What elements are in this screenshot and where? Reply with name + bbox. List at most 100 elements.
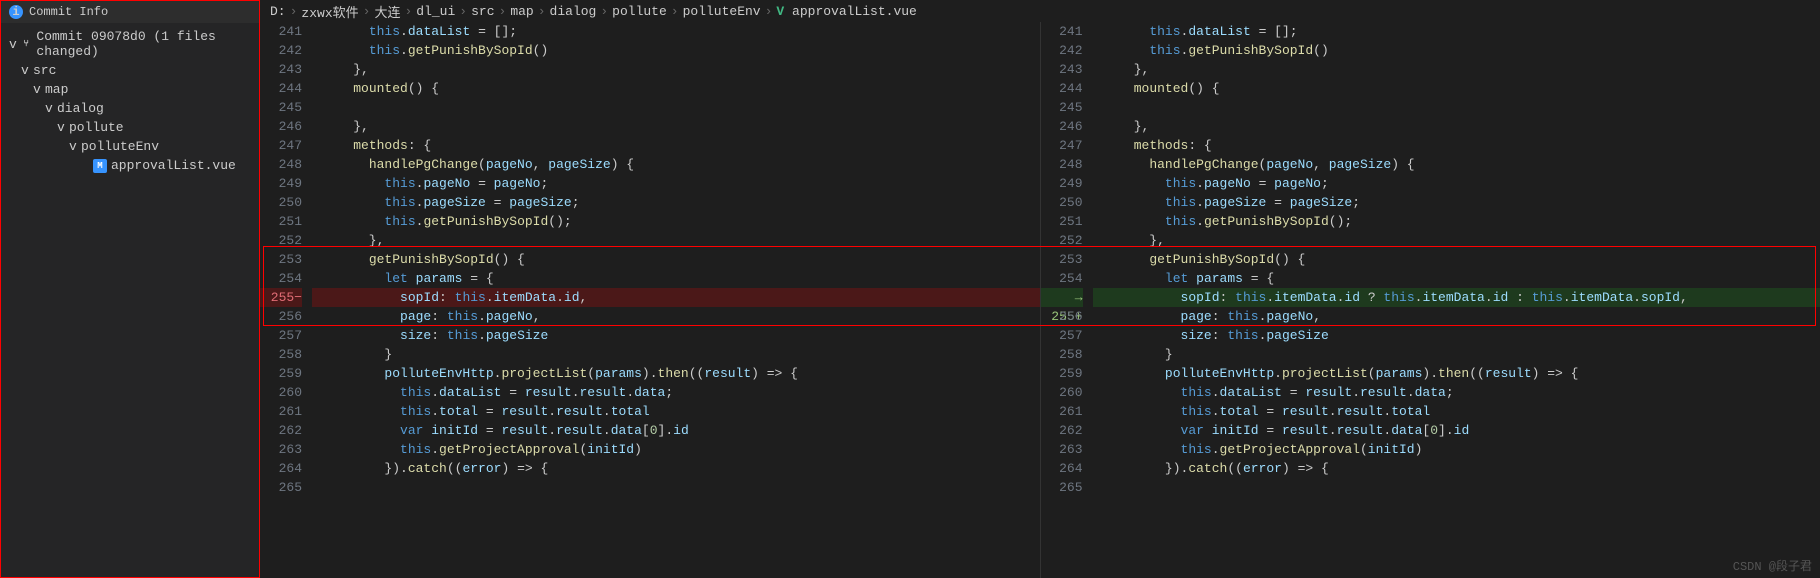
- breadcrumb-item[interactable]: zxwx软件: [301, 2, 358, 21]
- code-line[interactable]: methods: {: [312, 136, 1040, 155]
- line-number: 260: [260, 383, 302, 402]
- code-line[interactable]: mounted() {: [1093, 79, 1820, 98]
- line-number: 244: [1041, 79, 1083, 98]
- breadcrumb-item[interactable]: polluteEnv: [683, 4, 761, 19]
- breadcrumb-separator-icon: ›: [671, 4, 679, 19]
- line-number: 263: [260, 440, 302, 459]
- line-number: 253: [1041, 250, 1083, 269]
- line-number: 251: [260, 212, 302, 231]
- line-number: 261: [260, 402, 302, 421]
- code-line[interactable]: page: this.pageNo,: [1093, 307, 1820, 326]
- code-line[interactable]: [312, 98, 1040, 117]
- code-line[interactable]: this.getPunishBySopId(): [1093, 41, 1820, 60]
- code-line[interactable]: this.getProjectApproval(initId): [312, 440, 1040, 459]
- code-line[interactable]: var initId = result.result.data[0].id: [312, 421, 1040, 440]
- line-number: 255−: [260, 288, 302, 307]
- breadcrumb-item[interactable]: dl_ui: [416, 4, 455, 19]
- line-number: 244: [260, 79, 302, 98]
- code-line[interactable]: },: [312, 60, 1040, 79]
- chevron-down-icon: v: [69, 139, 79, 154]
- sidebar-title: Commit Info: [29, 5, 108, 19]
- breadcrumb-item[interactable]: map: [510, 4, 533, 19]
- line-number: 249: [1041, 174, 1083, 193]
- file-approvallist[interactable]: MapprovalList.vue: [1, 156, 259, 175]
- code-line[interactable]: this.dataList = [];: [1093, 22, 1820, 41]
- editor-main: D:›zxwx软件›大连›dl_ui›src›map›dialog›pollut…: [260, 0, 1820, 578]
- diff-pane-left[interactable]: 2412422432442452462472482492502512522532…: [260, 22, 1041, 578]
- tree-label: approvalList.vue: [111, 158, 236, 173]
- code-line[interactable]: }).catch((error) => {: [1093, 459, 1820, 478]
- code-line[interactable]: size: this.pageSize: [1093, 326, 1820, 345]
- code-line[interactable]: this.pageSize = pageSize;: [312, 193, 1040, 212]
- code-line[interactable]: this.dataList = result.result.data;: [1093, 383, 1820, 402]
- folder-dialog[interactable]: vdialog: [1, 99, 259, 118]
- breadcrumb-item[interactable]: src: [471, 4, 494, 19]
- diff-view: 2412422432442452462472482492502512522532…: [260, 22, 1820, 578]
- folder-map[interactable]: vmap: [1, 80, 259, 99]
- code-line[interactable]: let params = {: [1093, 269, 1820, 288]
- folder-src[interactable]: vsrc: [1, 61, 259, 80]
- line-number: 249: [260, 174, 302, 193]
- code-line[interactable]: [312, 478, 1040, 497]
- code-line[interactable]: }: [1093, 345, 1820, 364]
- breadcrumb[interactable]: D:›zxwx软件›大连›dl_ui›src›map›dialog›pollut…: [260, 0, 1820, 22]
- breadcrumb-separator-icon: ›: [404, 4, 412, 19]
- folder-polluteenv[interactable]: vpolluteEnv: [1, 137, 259, 156]
- line-number: 248: [1041, 155, 1083, 174]
- code-line[interactable]: [1093, 98, 1820, 117]
- code-line[interactable]: mounted() {: [312, 79, 1040, 98]
- file-tree: v⑂Commit 09078d0 (1 files changed)vsrcvm…: [1, 23, 259, 577]
- code-line[interactable]: sopId: this.itemData.id ? this.itemData.…: [1093, 288, 1820, 307]
- code-line[interactable]: [1093, 478, 1820, 497]
- code-line[interactable]: polluteEnvHttp.projectList(params).then(…: [1093, 364, 1820, 383]
- code-line[interactable]: methods: {: [1093, 136, 1820, 155]
- code-line[interactable]: this.getPunishBySopId();: [1093, 212, 1820, 231]
- code-line[interactable]: getPunishBySopId() {: [1093, 250, 1820, 269]
- line-number: 250: [1041, 193, 1083, 212]
- code-line[interactable]: this.pageNo = pageNo;: [312, 174, 1040, 193]
- breadcrumb-item[interactable]: V approvalList.vue: [776, 4, 916, 19]
- folder-pollute[interactable]: vpollute: [1, 118, 259, 137]
- code-line[interactable]: size: this.pageSize: [312, 326, 1040, 345]
- code-line[interactable]: polluteEnvHttp.projectList(params).then(…: [312, 364, 1040, 383]
- code-line[interactable]: handlePgChange(pageNo, pageSize) {: [1093, 155, 1820, 174]
- code-line[interactable]: getPunishBySopId() {: [312, 250, 1040, 269]
- commit-node[interactable]: v⑂Commit 09078d0 (1 files changed): [1, 27, 259, 61]
- line-number: 252: [1041, 231, 1083, 250]
- breadcrumb-item[interactable]: 大连: [374, 2, 400, 21]
- code-line[interactable]: },: [1093, 60, 1820, 79]
- code-line[interactable]: },: [312, 231, 1040, 250]
- code-line[interactable]: var initId = result.result.data[0].id: [1093, 421, 1820, 440]
- code-line[interactable]: this.getProjectApproval(initId): [1093, 440, 1820, 459]
- code-line[interactable]: handlePgChange(pageNo, pageSize) {: [312, 155, 1040, 174]
- line-number: 262: [260, 421, 302, 440]
- code-line[interactable]: },: [312, 117, 1040, 136]
- code-line[interactable]: this.getPunishBySopId();: [312, 212, 1040, 231]
- code-line[interactable]: this.total = result.result.total: [1093, 402, 1820, 421]
- code-line[interactable]: }: [312, 345, 1040, 364]
- code-line[interactable]: }).catch((error) => {: [312, 459, 1040, 478]
- breadcrumb-item[interactable]: pollute: [612, 4, 667, 19]
- code-right[interactable]: this.dataList = []; this.getPunishBySopI…: [1093, 22, 1820, 578]
- breadcrumb-item[interactable]: D:: [270, 4, 286, 19]
- code-left[interactable]: this.dataList = []; this.getPunishBySopI…: [312, 22, 1040, 578]
- code-line[interactable]: },: [1093, 231, 1820, 250]
- code-line[interactable]: this.dataList = result.result.data;: [312, 383, 1040, 402]
- code-line[interactable]: page: this.pageNo,: [312, 307, 1040, 326]
- code-line[interactable]: },: [1093, 117, 1820, 136]
- line-number: 258: [260, 345, 302, 364]
- code-line[interactable]: this.getPunishBySopId(): [312, 41, 1040, 60]
- line-number: 261: [1041, 402, 1083, 421]
- code-line[interactable]: this.total = result.result.total: [312, 402, 1040, 421]
- line-number: 243: [1041, 60, 1083, 79]
- code-line[interactable]: sopId: this.itemData.id,: [312, 288, 1040, 307]
- code-line[interactable]: this.dataList = [];: [312, 22, 1040, 41]
- code-line[interactable]: this.pageNo = pageNo;: [1093, 174, 1820, 193]
- diff-pane-right[interactable]: 2412422432442452462472482492502512522532…: [1041, 22, 1820, 578]
- breadcrumb-item[interactable]: dialog: [550, 4, 597, 19]
- code-line[interactable]: this.pageSize = pageSize;: [1093, 193, 1820, 212]
- line-number: 257: [1041, 326, 1083, 345]
- code-line[interactable]: let params = {: [312, 269, 1040, 288]
- line-number: 260: [1041, 383, 1083, 402]
- line-number: 258: [1041, 345, 1083, 364]
